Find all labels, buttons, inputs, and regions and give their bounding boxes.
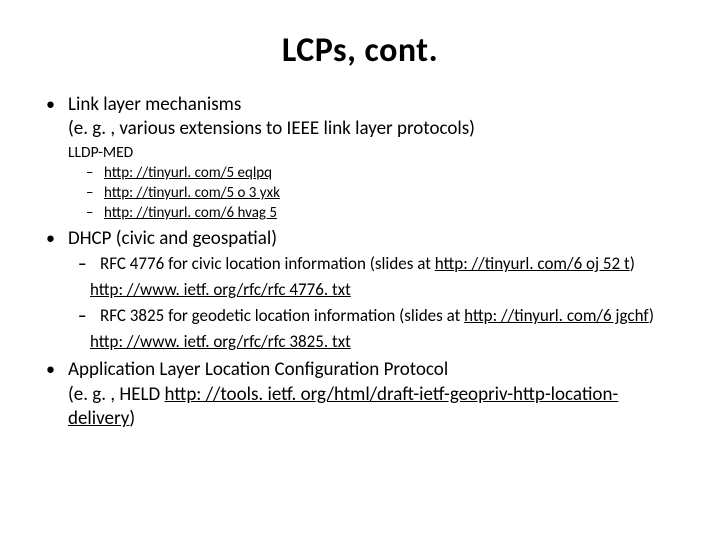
bullet-2-sub-1-url: http: //www. ietf. org/rfc/rfc 4776. txt	[68, 279, 680, 302]
bullet-2-sub-1-post: )	[630, 253, 635, 274]
bullet-1-line1: Link layer mechanisms	[68, 93, 680, 117]
bullet-2-sub-1: RFC 4776 for civic location information …	[78, 253, 680, 276]
bullet-3-line2: (e. g. , HELD http: //tools. ietf. org/h…	[68, 383, 680, 432]
bullet-3-line1: Application Layer Location Configuration…	[68, 358, 680, 383]
bullet-3-post: )	[129, 407, 135, 430]
bullet-2: DHCP (civic and geospatial) RFC 4776 for…	[40, 227, 680, 354]
bullet-1-link-1: http: //tinyurl. com/5 eqlpq	[86, 163, 680, 183]
bullet-3-pre: (e. g. , HELD	[68, 383, 164, 406]
bullet-3: Application Layer Location Configuration…	[40, 358, 680, 432]
bullet-1-link-3: http: //tinyurl. com/6 hvag 5	[86, 203, 680, 223]
bullet-2-sublist: RFC 4776 for civic location information …	[68, 253, 680, 276]
link-5eqlpq[interactable]: http: //tinyurl. com/5 eqlpq	[104, 164, 272, 182]
bullet-2-sub-1-text: RFC 4776 for civic location information …	[100, 253, 435, 274]
bullet-1-links: http: //tinyurl. com/5 eqlpq http: //tin…	[68, 163, 680, 224]
link-5o3yxk[interactable]: http: //tinyurl. com/5 o 3 yxk	[104, 184, 280, 202]
link-rfc3825[interactable]: http: //www. ietf. org/rfc/rfc 3825. txt	[90, 331, 351, 352]
slide-title: LCPs, cont.	[40, 30, 680, 71]
bullet-1-subhead: LLDP-MED	[68, 143, 680, 162]
bullet-2-sub-2-post: )	[649, 305, 654, 326]
link-rfc4776[interactable]: http: //www. ietf. org/rfc/rfc 4776. txt	[90, 279, 351, 300]
bullet-1-link-2: http: //tinyurl. com/5 o 3 yxk	[86, 183, 680, 203]
bullet-2-sub-2: RFC 3825 for geodetic location informati…	[78, 305, 680, 328]
bullet-2-sub-2-text: RFC 3825 for geodetic location informati…	[100, 305, 464, 326]
slide: LCPs, cont. Link layer mechanisms (e. g.…	[0, 0, 720, 540]
bullet-1: Link layer mechanisms (e. g. , various e…	[40, 93, 680, 223]
bullet-list: Link layer mechanisms (e. g. , various e…	[40, 93, 680, 432]
link-6hvag5[interactable]: http: //tinyurl. com/6 hvag 5	[104, 204, 277, 222]
bullet-2-sub-2-url: http: //www. ietf. org/rfc/rfc 3825. txt	[68, 331, 680, 354]
link-6jgchf[interactable]: http: //tinyurl. com/6 jgchf	[464, 305, 649, 326]
bullet-2-sublist-b: RFC 3825 for geodetic location informati…	[68, 305, 680, 328]
bullet-1-line2: (e. g. , various extensions to IEEE link…	[68, 117, 680, 141]
link-6oj52t[interactable]: http: //tinyurl. com/6 oj 52 t	[435, 253, 630, 274]
bullet-2-head: DHCP (civic and geospatial)	[68, 227, 680, 250]
